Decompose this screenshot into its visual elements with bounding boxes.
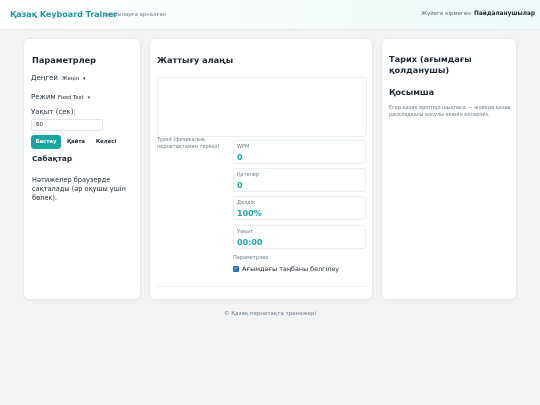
- start-button[interactable]: Бастау: [31, 135, 61, 149]
- stat-value: 0: [237, 153, 243, 162]
- chevron-down-icon: ▾: [87, 95, 91, 101]
- stat-label: Уақыт: [237, 229, 253, 235]
- stat-wpm: WPM 0: [233, 140, 366, 164]
- level-select-value: Жеңіл: [62, 76, 79, 82]
- stat-label: Қателер: [237, 172, 260, 178]
- typed-label: Typed (физикалық пернетақтамен теріңіз): [157, 137, 220, 150]
- stat-accuracy: Дәлдік 100%: [233, 196, 366, 220]
- nav-users-link[interactable]: Пайдаланушылар: [472, 11, 537, 17]
- stat-value: 00:00: [237, 238, 263, 247]
- stat-errors: Қателер 0: [233, 168, 366, 192]
- mode-label: Режим: [31, 93, 56, 101]
- level-label: Деңгей: [31, 74, 58, 82]
- settings-title: Параметрлер: [32, 55, 97, 65]
- history-title: Тарих (ағымдағы қолданушы): [389, 54, 472, 75]
- settings-panel: Параметрлер Деңгей Жеңіл ▾ Режим Fixed T…: [23, 38, 141, 300]
- params-label: Параметрлер: [233, 255, 269, 261]
- divider: [157, 286, 367, 287]
- stat-value: 100%: [237, 209, 262, 218]
- stat-label: Дәлдік: [237, 200, 256, 206]
- chevron-down-icon: ▾: [82, 76, 86, 82]
- restart-button[interactable]: Қайта: [65, 135, 87, 149]
- time-label: Уақыт (сек):: [31, 108, 76, 116]
- page-footer: © Қазақ пернетақта тренажері: [224, 311, 316, 317]
- highlight-checkbox[interactable]: ✓: [233, 266, 239, 272]
- stat-label: WPM: [237, 144, 250, 150]
- highlight-label: Ағымдағы таңбаны белгілеу: [242, 265, 340, 273]
- level-select[interactable]: Жеңіл ▾: [60, 73, 98, 85]
- target-text-area[interactable]: [157, 77, 367, 137]
- app-header: Қазақ Keyboard Trainer — оқушыларға арна…: [0, 0, 540, 30]
- mode-select[interactable]: Fixed Text ▾: [56, 92, 100, 104]
- time-input[interactable]: 60: [31, 119, 103, 131]
- lessons-title: Сабақтар: [32, 154, 73, 163]
- mode-select-value: Fixed Text: [58, 95, 84, 101]
- stat-time: Уақыт 00:00: [233, 225, 366, 249]
- storage-note: Нәтижелер браузерде сақталады (әр оқушы …: [32, 176, 126, 202]
- next-button[interactable]: Келесі: [92, 135, 120, 149]
- training-title: Жаттығу алаңы: [157, 55, 234, 65]
- extra-title: Қосымша: [389, 87, 435, 97]
- training-panel: Жаттығу алаңы Typed (физикалық пернетақт…: [149, 38, 373, 300]
- nav-login-status[interactable]: Жүйеге кірмеген: [419, 11, 473, 17]
- highlight-option[interactable]: ✓ Ағымдағы таңбаны белгілеу: [233, 265, 339, 273]
- history-panel: Тарих (ағымдағы қолданушы) Қосымша Егер …: [381, 38, 517, 300]
- app-tagline: — оқушыларға арналған: [96, 11, 167, 18]
- stat-value: 0: [237, 181, 243, 190]
- layout-note: Егер қазақ әріптері шықпаса — жүйеде қаз…: [389, 105, 511, 118]
